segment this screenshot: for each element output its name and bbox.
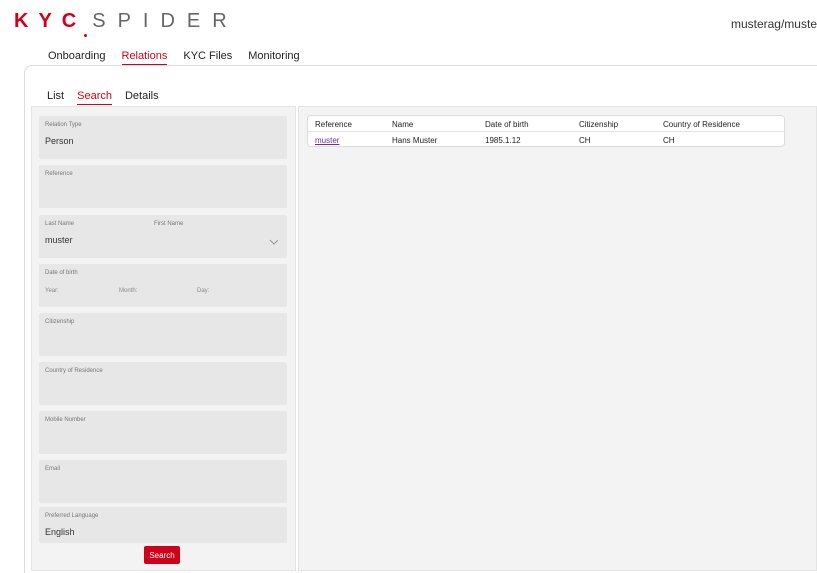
search-form: Relation Type Person Reference Last Name… bbox=[31, 106, 296, 571]
tab-relations[interactable]: Relations bbox=[121, 50, 168, 65]
reference-field[interactable]: Reference bbox=[39, 165, 287, 208]
logo-dot bbox=[84, 34, 87, 37]
first-name-label: First Name bbox=[154, 221, 184, 227]
reference-link[interactable]: muster bbox=[315, 136, 339, 145]
tab-details[interactable]: Details bbox=[125, 90, 159, 105]
app-logo: KYC SPIDER bbox=[14, 10, 239, 37]
last-name-label: Last Name bbox=[45, 221, 75, 227]
column-header[interactable]: Country of Residence bbox=[663, 120, 740, 129]
date-of-birth-label: Date of birth bbox=[45, 270, 78, 276]
table-cell: Hans Muster bbox=[392, 136, 438, 145]
tab-search[interactable]: Search bbox=[77, 90, 112, 105]
citizenship-field[interactable]: Citizenship bbox=[39, 313, 287, 356]
relation-type-value: Person bbox=[45, 136, 74, 146]
column-header[interactable]: Citizenship bbox=[579, 120, 618, 129]
column-header[interactable]: Date of birth bbox=[485, 120, 529, 129]
dob-month-label: Month: bbox=[119, 288, 138, 294]
email-field[interactable]: Email bbox=[39, 460, 287, 503]
mobile-number-label: Mobile Number bbox=[45, 417, 86, 423]
sub-nav: List Search Details bbox=[47, 90, 172, 105]
preferred-language-select[interactable]: Preferred Language English bbox=[39, 507, 287, 543]
table-cell: CH bbox=[663, 136, 675, 145]
user-account[interactable]: musterag/muste bbox=[731, 17, 817, 31]
reference-label: Reference bbox=[45, 171, 73, 177]
results-table: Reference Name Date of birth Citizenship… bbox=[307, 115, 785, 147]
preferred-language-label: Preferred Language bbox=[45, 513, 99, 519]
search-button[interactable]: Search bbox=[144, 546, 180, 564]
tab-onboarding[interactable]: Onboarding bbox=[48, 50, 106, 65]
results-panel: Reference Name Date of birth Citizenship… bbox=[298, 106, 817, 571]
table-header-row: Reference Name Date of birth Citizenship… bbox=[308, 117, 784, 132]
relation-type-label: Relation Type bbox=[45, 122, 82, 128]
country-of-residence-label: Country of Residence bbox=[45, 368, 103, 374]
table-row[interactable]: muster Hans Muster 1985.1.12 CH CH bbox=[308, 133, 784, 148]
country-of-residence-field[interactable]: Country of Residence bbox=[39, 362, 287, 405]
column-header[interactable]: Name bbox=[392, 120, 413, 129]
top-nav: Onboarding Relations KYC Files Monitorin… bbox=[48, 50, 316, 65]
logo-kyc: KYC bbox=[14, 10, 87, 32]
relation-type-select[interactable]: Relation Type Person bbox=[39, 116, 287, 159]
tab-monitoring[interactable]: Monitoring bbox=[248, 50, 299, 65]
date-of-birth-field[interactable]: Date of birth Year: Month: Day: bbox=[39, 264, 287, 307]
dob-year-label: Year: bbox=[45, 288, 59, 294]
dob-day-label: Day: bbox=[197, 288, 210, 294]
email-label: Email bbox=[45, 466, 61, 472]
last-name-value: muster bbox=[45, 235, 73, 245]
logo-spider: SPIDER bbox=[92, 10, 239, 32]
mobile-number-field[interactable]: Mobile Number bbox=[39, 411, 287, 454]
table-cell: 1985.1.12 bbox=[485, 136, 521, 145]
citizenship-label: Citizenship bbox=[45, 319, 75, 325]
tab-kyc-files[interactable]: KYC Files bbox=[183, 50, 232, 65]
column-header[interactable]: Reference bbox=[315, 120, 352, 129]
chevron-down-icon[interactable] bbox=[269, 237, 279, 247]
preferred-language-value: English bbox=[45, 527, 75, 537]
name-fields[interactable]: Last Name First Name muster bbox=[39, 215, 287, 258]
table-cell: CH bbox=[579, 136, 591, 145]
tab-list[interactable]: List bbox=[47, 90, 64, 105]
